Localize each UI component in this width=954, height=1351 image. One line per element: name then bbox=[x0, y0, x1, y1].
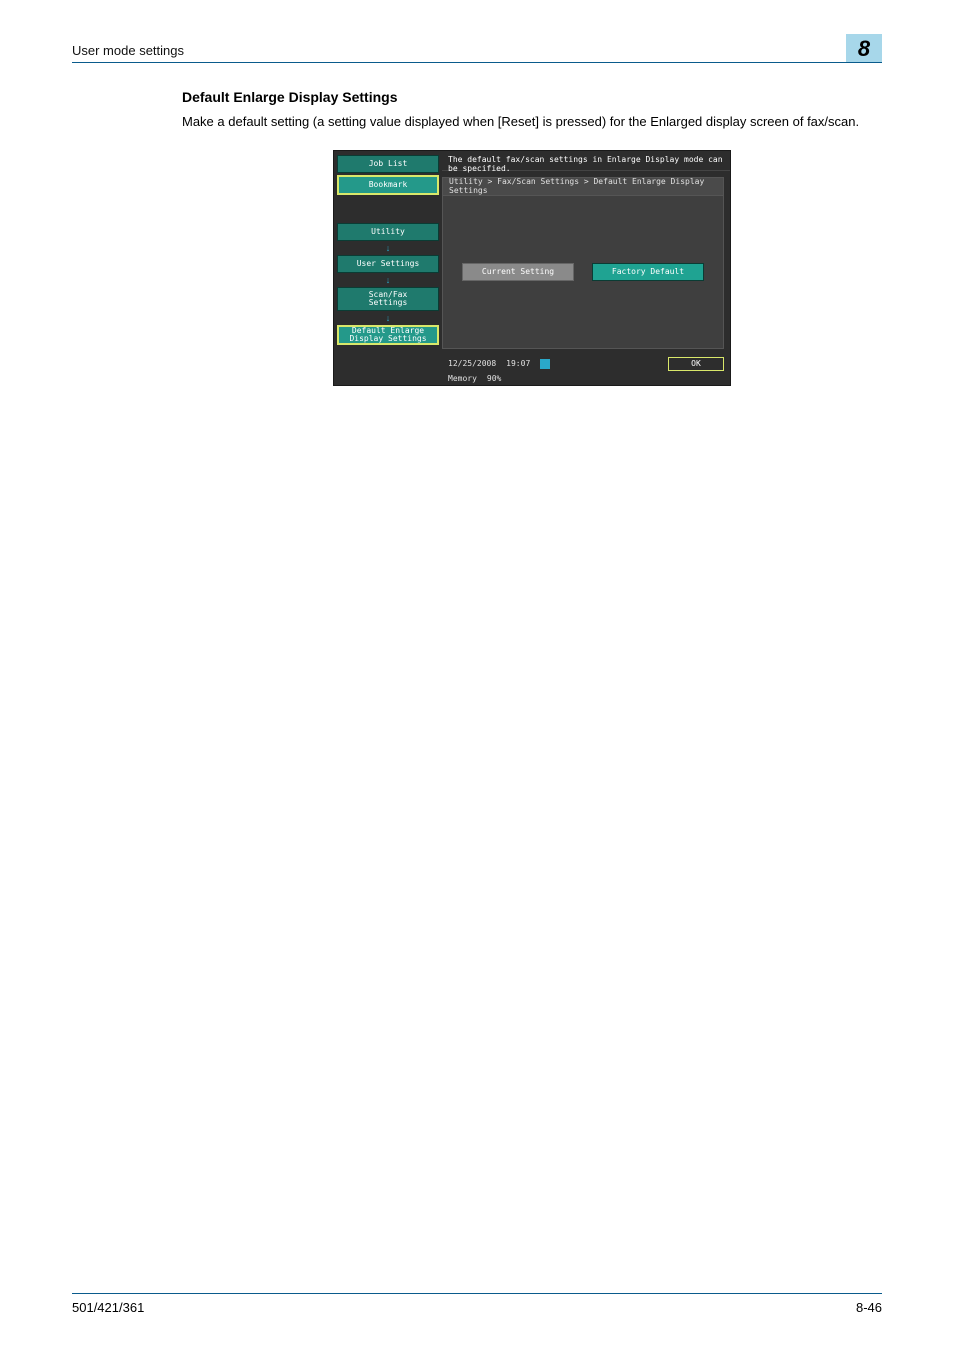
page-number: 8-46 bbox=[856, 1300, 882, 1315]
chapter-number: 8 bbox=[858, 36, 870, 62]
factory-default-button[interactable]: Factory Default bbox=[592, 263, 704, 281]
memory-value: 90% bbox=[487, 374, 501, 383]
arrow-down-icon bbox=[382, 313, 394, 323]
crumb-utility[interactable]: Utility bbox=[337, 223, 439, 241]
status-icon bbox=[540, 359, 550, 369]
header-rule bbox=[72, 62, 882, 63]
current-setting-button[interactable]: Current Setting bbox=[462, 263, 574, 281]
crumb-default-enlarge[interactable]: Default Enlarge Display Settings bbox=[337, 325, 439, 345]
section-body: Make a default setting (a setting value … bbox=[182, 113, 882, 132]
message-bar: The default fax/scan settings in Enlarge… bbox=[442, 151, 730, 171]
crumb-user-settings[interactable]: User Settings bbox=[337, 255, 439, 273]
footer-rule bbox=[72, 1293, 882, 1294]
breadcrumb: Utility > Fax/Scan Settings > Default En… bbox=[443, 178, 723, 196]
arrow-down-icon bbox=[382, 275, 394, 285]
status-time: 19:07 bbox=[506, 359, 530, 368]
bookmark-button[interactable]: Bookmark bbox=[337, 175, 439, 195]
crumb-scanfax-settings[interactable]: Scan/Fax Settings bbox=[337, 287, 439, 311]
arrow-down-icon bbox=[382, 243, 394, 253]
status-date: 12/25/2008 bbox=[448, 359, 496, 368]
running-header: User mode settings bbox=[72, 43, 184, 62]
memory-label: Memory bbox=[448, 374, 477, 383]
embedded-screenshot: Job List Bookmark Utility User Settings … bbox=[333, 150, 731, 386]
footer-model: 501/421/361 bbox=[72, 1300, 144, 1315]
job-list-button[interactable]: Job List bbox=[337, 155, 439, 173]
ok-button[interactable]: OK bbox=[668, 357, 724, 371]
chapter-tab: 8 bbox=[846, 34, 882, 62]
section-title: Default Enlarge Display Settings bbox=[182, 89, 882, 105]
